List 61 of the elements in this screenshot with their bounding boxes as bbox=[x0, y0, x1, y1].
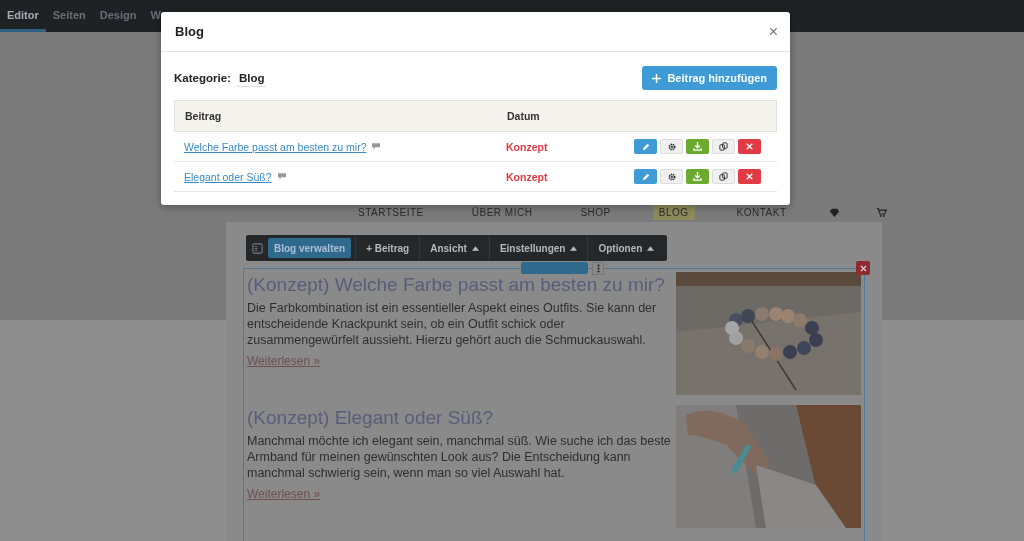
diamond-icon[interactable] bbox=[828, 206, 840, 218]
cart-icon[interactable] bbox=[875, 206, 887, 218]
download-button[interactable] bbox=[686, 169, 709, 184]
toolbar-button[interactable]: Einstellungen bbox=[488, 235, 588, 261]
toolbar-button[interactable]: + Beitrag bbox=[355, 235, 420, 261]
site-nav-link[interactable]: KONTAKT bbox=[730, 204, 793, 220]
edit-button[interactable] bbox=[634, 139, 657, 154]
site-nav-link[interactable]: SHOP bbox=[574, 204, 617, 220]
read-more-link[interactable]: Weiterlesen » bbox=[247, 354, 321, 368]
post-excerpt: Die Farbkombination ist ein essentieller Aspekt eines Outfits. Sie kann der entscheidende Knackpunkt sein, ob ein Outfit schick oder zusammengewürfelt aussieht. Hierzu gehört auch die Schmuckauswahl. bbox=[247, 300, 658, 348]
pencil-icon bbox=[641, 142, 650, 151]
gear-icon bbox=[667, 142, 676, 151]
remove-button[interactable] bbox=[856, 261, 870, 275]
editor-tab[interactable]: W bbox=[143, 0, 168, 32]
category-label: Kategorie: bbox=[174, 72, 231, 84]
toolbar-button[interactable]: Blog verwalten bbox=[268, 238, 352, 258]
status-text: Konzept bbox=[505, 170, 549, 183]
comment-icon bbox=[277, 173, 286, 180]
toolbar-button[interactable]: Ansicht bbox=[419, 235, 489, 261]
post-excerpt: Manchmal möchte ich elegant sein, manchmal süß. Wie suche ich das beste Armband für meinen gewünschten Look aus? Die Entscheidung kann manchmal schwierig sein, wenn man so viel Auswahl hat. bbox=[247, 433, 672, 481]
caret-icon bbox=[471, 245, 479, 251]
caret-icon bbox=[647, 245, 655, 251]
site-nav-link[interactable]: ÜBER MICH bbox=[465, 204, 539, 220]
copy-button[interactable] bbox=[712, 169, 735, 184]
editor-tab[interactable]: Seiten bbox=[45, 0, 93, 32]
pencil-icon bbox=[641, 172, 650, 181]
download-button[interactable] bbox=[686, 139, 709, 154]
gear-icon bbox=[667, 172, 676, 181]
delete-button[interactable] bbox=[738, 139, 761, 154]
dialog-title: Blog bbox=[175, 24, 204, 39]
caret-icon bbox=[570, 245, 578, 251]
close-icon bbox=[746, 173, 753, 180]
delete-button[interactable] bbox=[738, 169, 761, 184]
more-button[interactable] bbox=[592, 262, 604, 275]
column-header: Datum bbox=[506, 110, 541, 122]
download-icon bbox=[693, 142, 702, 151]
comment-icon bbox=[372, 143, 381, 150]
download-icon bbox=[693, 172, 702, 181]
site-nav-link[interactable]: STARTSEITE bbox=[352, 204, 430, 220]
close-button[interactable]: × bbox=[768, 22, 778, 41]
column-header: Beitrag bbox=[184, 110, 223, 122]
copy-button[interactable] bbox=[712, 139, 735, 154]
add-post-button[interactable]: Beitrag hinzufügen bbox=[642, 66, 777, 90]
close-icon bbox=[859, 264, 867, 272]
category-field[interactable]: Blog bbox=[236, 69, 267, 87]
edit-button[interactable] bbox=[634, 169, 657, 184]
settings-button[interactable] bbox=[660, 139, 683, 154]
close-icon bbox=[746, 143, 753, 150]
more-icon bbox=[596, 264, 600, 273]
post-link[interactable]: Welche Farbe passt am besten zu mir? bbox=[184, 140, 367, 153]
editor-tab[interactable]: Design bbox=[92, 0, 144, 32]
settings-button[interactable] bbox=[660, 169, 683, 184]
copy-icon bbox=[719, 172, 728, 181]
plus-icon bbox=[652, 73, 662, 83]
copy-icon bbox=[719, 142, 728, 151]
toolbar-button[interactable]: Optionen bbox=[587, 235, 665, 261]
read-more-link[interactable]: Weiterlesen » bbox=[247, 487, 321, 501]
status-text: Konzept bbox=[505, 140, 549, 153]
post-link[interactable]: Elegant oder Süß? bbox=[184, 170, 272, 183]
layout-icon[interactable] bbox=[252, 242, 263, 254]
drag-handle[interactable] bbox=[521, 262, 588, 274]
